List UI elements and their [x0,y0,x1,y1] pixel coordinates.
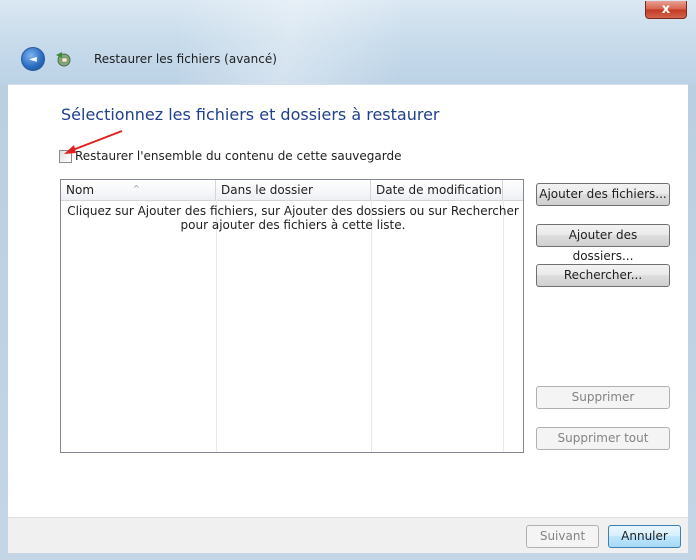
column-header-name[interactable]: Nom ^ [61,180,216,200]
files-list[interactable]: Nom ^ Dans le dossier Date de modificati… [60,179,524,453]
empty-list-hint: Cliquez sur Ajouter des fichiers, sur Aj… [67,204,519,232]
next-button[interactable]: Suivant [526,525,599,548]
add-folders-button[interactable]: Ajouter des dossiers... [536,224,670,263]
remove-button[interactable]: Supprimer [536,386,670,409]
page-heading: Sélectionnez les fichiers et dossiers à … [61,105,440,124]
column-header-folder[interactable]: Dans le dossier [216,180,371,200]
search-button[interactable]: Rechercher... [536,264,670,287]
remove-all-button[interactable]: Supprimer tout [536,427,670,450]
back-arrow-icon: ◄ [29,53,37,65]
cancel-button[interactable]: Annuler [608,525,681,548]
list-header: Nom ^ Dans le dossier Date de modificati… [61,180,523,201]
column-divider [503,200,504,452]
column-header-extra [503,180,523,200]
column-divider [371,200,372,452]
window-frame: x ◄ Restaurer les fichiers (avancé) Séle… [0,0,696,560]
annotation-arrow-icon [64,130,123,154]
back-button[interactable]: ◄ [21,47,45,71]
close-button[interactable]: x [645,1,687,19]
title-bar [0,0,696,84]
backup-restore-icon [56,52,71,67]
footer-bar: Suivant Annuler [8,517,688,553]
column-header-date[interactable]: Date de modification [371,180,503,200]
column-divider [216,200,217,452]
window-title: Restaurer les fichiers (avancé) [94,52,277,66]
sort-up-icon: ^ [133,184,140,193]
add-files-button[interactable]: Ajouter des fichiers... [536,183,670,206]
